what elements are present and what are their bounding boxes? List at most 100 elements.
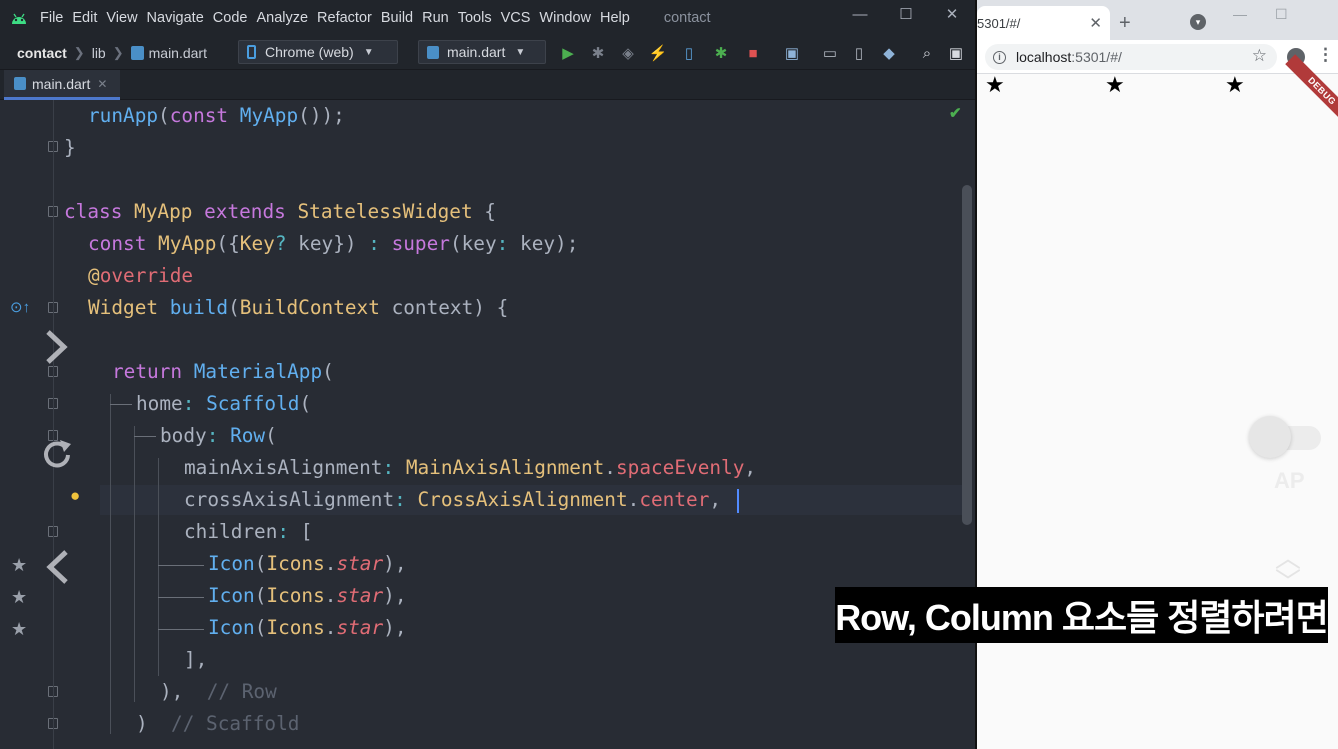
- tab-search-icon[interactable]: ▾: [1190, 14, 1206, 30]
- tab-main-dart-label: main.dart: [32, 75, 91, 92]
- menu-code[interactable]: Code: [213, 10, 248, 26]
- device-manager-icon[interactable]: ▯: [849, 43, 869, 63]
- device-selector-label: Chrome (web): [265, 44, 354, 60]
- minimize-icon[interactable]: —: [1233, 6, 1247, 22]
- menu-window[interactable]: Window: [539, 10, 591, 26]
- stop-icon[interactable]: ■: [743, 43, 763, 63]
- editor-scrollbar[interactable]: [962, 185, 972, 525]
- dropdown-arrow-icon: ▼: [363, 46, 374, 58]
- sdk-manager-icon[interactable]: ◆: [879, 43, 899, 63]
- editor-tabs: main.dart ✕: [0, 70, 975, 100]
- site-info-icon[interactable]: i: [993, 50, 1006, 64]
- code-token: :: [496, 232, 521, 255]
- breadcrumb-lib[interactable]: lib: [92, 45, 106, 61]
- code-line-2: }: [64, 132, 76, 164]
- code-token: context) {: [391, 296, 509, 319]
- code-token: runApp: [88, 104, 159, 127]
- menu-help[interactable]: Help: [600, 10, 630, 26]
- menu-edit[interactable]: Edit: [72, 10, 97, 26]
- code-token: // Scaffold: [171, 712, 300, 735]
- address-bar[interactable]: i localhost:5301/#/ ☆: [985, 44, 1277, 70]
- dart-file-icon: [130, 45, 144, 60]
- browser-tab[interactable]: 5301/#/ ✕: [977, 6, 1110, 40]
- code-line-19: ), // Row: [160, 676, 277, 708]
- code-token: [: [300, 520, 313, 543]
- menu-view[interactable]: View: [106, 10, 137, 26]
- overlay-toggle-knob[interactable]: [1249, 416, 1291, 458]
- replay-icon[interactable]: [40, 438, 74, 472]
- menu-file[interactable]: File: [40, 10, 63, 26]
- attach-debugger-icon[interactable]: ✱: [711, 43, 731, 63]
- lightbulb-icon[interactable]: ●: [70, 486, 80, 506]
- url-host: localhost: [1016, 49, 1072, 65]
- run-window-icon[interactable]: ▭: [820, 43, 840, 63]
- code-editor[interactable]: ⊙↑ ★ ★ ★ ● runApp(const MyApp()); } clas…: [0, 100, 975, 749]
- code-token: MaterialApp: [193, 360, 323, 383]
- bookmark-star-icon[interactable]: ☆: [1252, 46, 1267, 66]
- code-line-15: Icon(Icons.star),: [208, 548, 407, 580]
- android-studio-icon: [12, 13, 26, 24]
- code-token: (: [254, 616, 267, 639]
- menu-tools[interactable]: Tools: [458, 10, 492, 26]
- avatar[interactable]: ▣: [946, 43, 966, 63]
- star-gutter-icon: ★: [11, 587, 28, 607]
- hot-reload-icon[interactable]: ⚡: [648, 43, 668, 63]
- search-icon[interactable]: ⌕: [917, 43, 937, 63]
- code-token: (key: [449, 232, 497, 255]
- code-token: mainAxisAlignment: [184, 456, 383, 479]
- minimize-button[interactable]: —: [837, 0, 883, 36]
- maximize-icon[interactable]: ☐: [1275, 6, 1288, 23]
- indent-guide: [134, 426, 135, 702]
- code-token: (: [254, 584, 267, 607]
- code-token: ),: [383, 552, 407, 575]
- code-token: MyApp: [239, 104, 299, 127]
- menu-run[interactable]: Run: [422, 10, 449, 26]
- next-chevron-icon[interactable]: [42, 328, 70, 366]
- code-token: ?: [274, 232, 299, 255]
- breadcrumb-file[interactable]: main.dart: [130, 45, 207, 61]
- close-tab-icon[interactable]: ✕: [1089, 14, 1102, 32]
- code-token: MainAxisAlignment: [405, 456, 605, 479]
- run-icon[interactable]: ▶: [558, 43, 578, 63]
- close-window-button[interactable]: ✕: [929, 0, 975, 36]
- code-token: Icon: [208, 584, 255, 607]
- code-token: const: [169, 104, 240, 127]
- code-token: override: [99, 264, 194, 287]
- browser-toolbar: i localhost:5301/#/ ☆: [977, 40, 1338, 74]
- code-token: extends: [204, 200, 298, 223]
- device-selector[interactable]: Chrome (web) ▼: [238, 40, 398, 64]
- indent-guide: [158, 458, 159, 676]
- code-token: }: [64, 136, 76, 159]
- browser-tab-strip: 5301/#/ ✕ + ▾ — ☐: [977, 0, 1338, 40]
- menu-navigate[interactable]: Navigate: [147, 10, 204, 26]
- new-tab-icon[interactable]: +: [1119, 12, 1131, 35]
- attach-icon[interactable]: ▯: [679, 43, 699, 63]
- previous-chevron-icon[interactable]: [44, 548, 72, 586]
- breadcrumb-project[interactable]: contact: [17, 45, 67, 61]
- close-icon[interactable]: ✕: [97, 77, 107, 91]
- code-token: spaceEvenly: [615, 456, 745, 479]
- menu-build[interactable]: Build: [381, 10, 413, 26]
- more-menu-icon[interactable]: ⋮: [1317, 45, 1334, 65]
- menu-vcs[interactable]: VCS: [501, 10, 531, 26]
- override-marker-icon[interactable]: ⊙↑: [10, 298, 30, 316]
- project-structure-icon[interactable]: ▣: [782, 43, 802, 63]
- debug-icon[interactable]: ✱: [588, 43, 608, 63]
- code-token: ),: [383, 616, 407, 639]
- tab-main-dart[interactable]: main.dart ✕: [4, 70, 120, 100]
- code-line-9: return MaterialApp(: [112, 356, 334, 388]
- widget-tree-branch: [158, 629, 204, 630]
- code-token: crossAxisAlignment: [184, 488, 395, 511]
- code-token: ],: [184, 648, 208, 671]
- star-icon: ★: [1105, 72, 1125, 97]
- menu-analyze[interactable]: Analyze: [256, 10, 308, 26]
- star-icon: ★: [1225, 72, 1245, 97]
- profile-icon[interactable]: ◈: [618, 43, 638, 63]
- code-token: Icons: [266, 616, 325, 639]
- run-config-selector[interactable]: main.dart ▼: [418, 40, 546, 64]
- code-token: // Row: [206, 680, 277, 703]
- code-token: Widget: [88, 296, 170, 319]
- maximize-button[interactable]: ☐: [883, 0, 929, 36]
- menu-refactor[interactable]: Refactor: [317, 10, 372, 26]
- run-config-label: main.dart: [447, 44, 506, 60]
